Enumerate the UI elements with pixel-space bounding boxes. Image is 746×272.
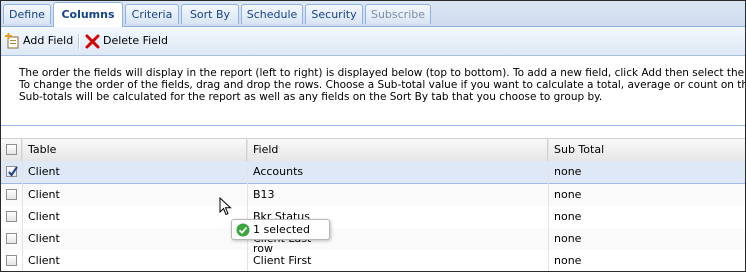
toolbar: Add Field Delete Field	[1, 27, 745, 56]
instructions-line: To change the order of the fields, drag …	[19, 79, 746, 91]
table-row[interactable]: Client Client Last none	[1, 228, 745, 251]
subtotal-cell[interactable]: none	[548, 206, 581, 228]
column-divider	[548, 138, 549, 271]
tab-strip: Define Columns Criteria Sort By Schedule…	[1, 1, 745, 27]
field-cell: Accounts	[253, 165, 304, 178]
toolbar-separator	[78, 34, 80, 49]
table-cell: Client	[28, 210, 60, 223]
tab-schedule[interactable]: Schedule	[241, 4, 303, 24]
table-cell: Client	[28, 254, 60, 267]
delete-field-button[interactable]: Delete Field	[85, 32, 169, 50]
report-columns-panel: Define Columns Criteria Sort By Schedule…	[0, 0, 746, 272]
divider	[1, 125, 745, 126]
table-row[interactable]: Client Client First none	[1, 250, 745, 271]
tab-define[interactable]: Define	[3, 4, 51, 24]
row-checkbox[interactable]	[6, 255, 17, 266]
add-field-icon	[5, 33, 19, 49]
add-field-label: Add Field	[23, 34, 74, 47]
subtotal-cell[interactable]: none	[548, 250, 581, 271]
subtotal-cell[interactable]: none	[548, 161, 581, 183]
checkmark-icon	[8, 166, 18, 177]
select-all-header	[1, 139, 22, 161]
tab-columns[interactable]: Columns	[53, 2, 123, 27]
row-checkbox[interactable]	[6, 189, 17, 200]
row-checkbox[interactable]	[6, 166, 18, 177]
selection-tooltip: 1 selected row	[231, 219, 330, 255]
subtotal-cell[interactable]: none	[548, 228, 581, 250]
field-cell: B13	[253, 188, 275, 201]
add-field-button[interactable]: Add Field	[5, 32, 73, 50]
subtotal-cell[interactable]: none	[548, 184, 581, 206]
instructions-text: The order the fields will display in the…	[19, 67, 746, 103]
delete-field-label: Delete Field	[103, 34, 169, 47]
table-cell: Client	[28, 188, 60, 201]
column-divider	[22, 138, 23, 271]
row-checkbox[interactable]	[6, 211, 17, 222]
column-header-table[interactable]: Table	[22, 139, 247, 161]
table-row[interactable]: Client Bkr Status none	[1, 206, 745, 229]
tab-subscribe: Subscribe	[365, 4, 431, 24]
table-row[interactable]: Client Accounts none	[1, 161, 745, 184]
row-checkbox[interactable]	[6, 233, 17, 244]
tab-security[interactable]: Security	[305, 4, 363, 24]
tooltip-text: 1 selected row	[253, 223, 310, 255]
grid-header: Table Field Sub Total	[1, 138, 745, 162]
table-cell: Client	[28, 165, 60, 178]
tab-sort-by[interactable]: Sort By	[181, 4, 239, 24]
table-cell: Client	[28, 232, 60, 245]
select-all-checkbox[interactable]	[6, 144, 17, 155]
column-header-sub-total[interactable]: Sub Total	[548, 139, 745, 161]
table-row[interactable]: Client B13 none	[1, 184, 745, 207]
success-check-icon	[236, 223, 250, 237]
instructions-line: Sub-totals will be calculated for the re…	[19, 91, 603, 103]
column-header-field[interactable]: Field	[247, 139, 548, 161]
delete-icon	[85, 34, 100, 49]
tab-criteria[interactable]: Criteria	[125, 4, 179, 24]
column-divider	[247, 138, 248, 271]
mouse-pointer-icon	[219, 197, 232, 216]
instructions-line: The order the fields will display in the…	[19, 67, 746, 79]
